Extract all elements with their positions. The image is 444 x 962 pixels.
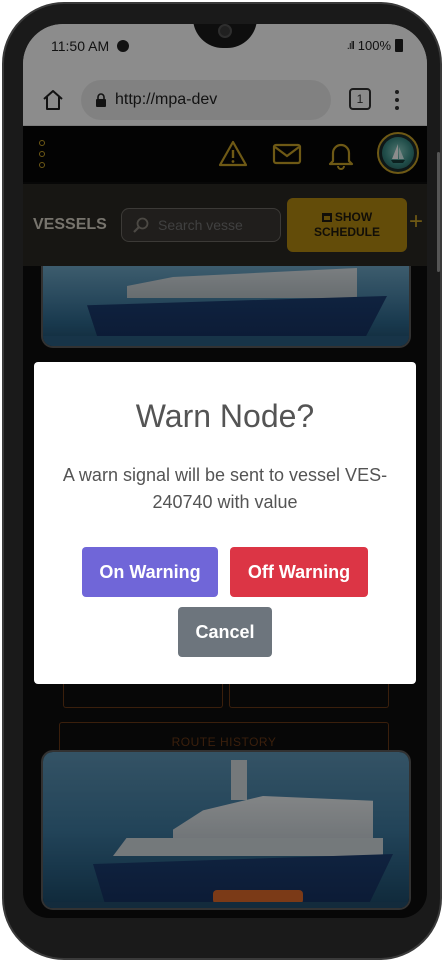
dialog-message: A warn signal will be sent to vessel VES…	[62, 465, 388, 512]
on-warning-button[interactable]: On Warning	[82, 547, 218, 597]
cancel-button[interactable]: Cancel	[178, 607, 272, 657]
off-warning-button[interactable]: Off Warning	[230, 547, 368, 597]
dialog-title: Warn Node?	[135, 398, 315, 434]
screen: 11:50 AM .ıll 100% http://mpa-dev 1 VESS…	[23, 24, 427, 918]
warn-node-dialog: Warn Node? A warn signal will be sent to…	[34, 362, 416, 684]
phone-frame: 11:50 AM .ıll 100% http://mpa-dev 1 VESS…	[2, 2, 442, 960]
side-button	[437, 152, 440, 272]
